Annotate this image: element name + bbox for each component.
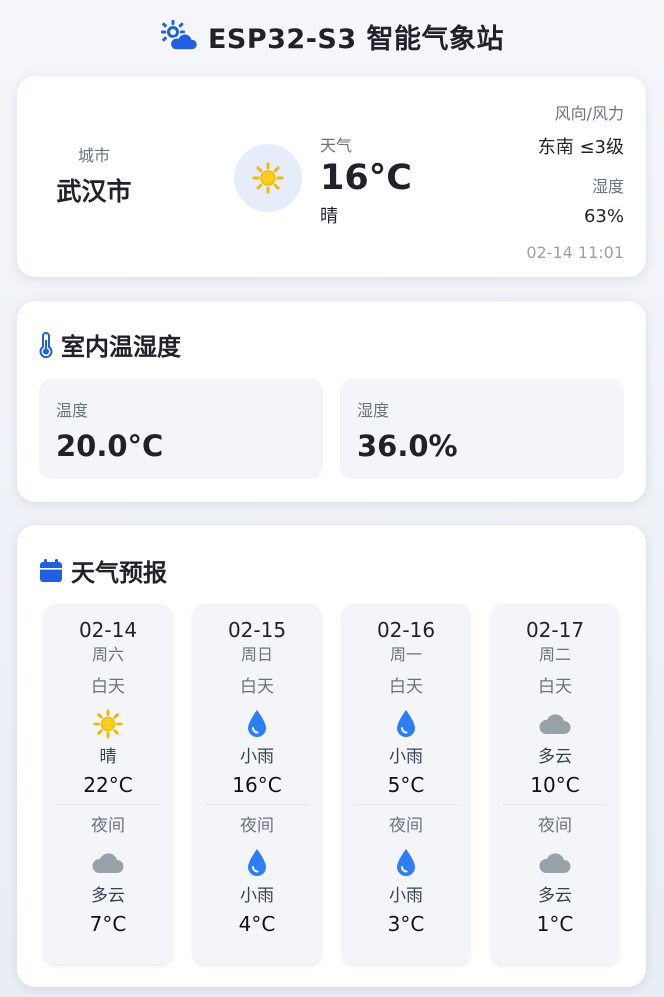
night-icon-slot bbox=[491, 843, 619, 883]
indoor-humidity-value: 36.0% bbox=[357, 429, 458, 463]
night-period-label: 夜间 bbox=[240, 816, 274, 836]
indoor-section-title: 室内温湿度 bbox=[39, 327, 181, 362]
night-temperature: 7°C bbox=[89, 912, 127, 936]
raindrop-icon bbox=[248, 849, 266, 876]
sun-icon bbox=[252, 162, 284, 194]
day-icon-slot bbox=[44, 704, 172, 744]
cloud-icon bbox=[539, 853, 571, 873]
day-condition: 小雨 bbox=[240, 747, 274, 767]
forecast-day-card: 02-15 周日 白天 小雨 16°C 夜间 小雨 4°C bbox=[193, 604, 321, 964]
indoor-temperature-box: 温度 20.0°C bbox=[39, 379, 323, 479]
forecast-weekday: 周日 bbox=[240, 645, 273, 664]
indoor-humidity-box: 湿度 36.0% bbox=[340, 379, 624, 479]
day-temperature: 5°C bbox=[387, 773, 425, 797]
forecast-day-card: 02-16 周一 白天 小雨 5°C 夜间 小雨 3°C bbox=[342, 604, 470, 964]
current-weather-text: 晴 bbox=[320, 206, 338, 227]
divider bbox=[503, 804, 607, 805]
forecast-weekday: 周六 bbox=[91, 645, 124, 664]
divider bbox=[354, 804, 458, 805]
day-condition: 晴 bbox=[99, 747, 117, 767]
day-condition: 多云 bbox=[538, 747, 572, 767]
day-icon-slot bbox=[342, 704, 470, 744]
forecast-weekday: 周二 bbox=[538, 645, 571, 664]
forecast-date: 02-16 bbox=[376, 618, 436, 642]
indoor-temperature-value: 20.0°C bbox=[56, 429, 164, 463]
night-period-label: 夜间 bbox=[389, 816, 423, 836]
indoor-card: 室内温湿度 温度 20.0°C 湿度 36.0% bbox=[17, 301, 646, 502]
weather-label: 天气 bbox=[320, 136, 353, 155]
night-temperature: 3°C bbox=[387, 912, 425, 936]
thermometer-icon bbox=[39, 331, 53, 358]
current-temperature: 16°C bbox=[320, 158, 412, 198]
night-icon-slot bbox=[342, 843, 470, 883]
night-icon-slot bbox=[44, 843, 172, 883]
indoor-title-text: 室内温湿度 bbox=[61, 333, 181, 361]
night-condition: 小雨 bbox=[389, 886, 423, 906]
forecast-day-card: 02-17 周二 白天 多云 10°C 夜间 多云 1°C bbox=[491, 604, 619, 964]
forecast-date: 02-17 bbox=[525, 618, 585, 642]
humidity-label: 湿度 bbox=[591, 177, 624, 196]
city-label: 城市 bbox=[77, 146, 110, 165]
current-weather-icon-badge bbox=[234, 144, 302, 212]
wind-label: 风向/风力 bbox=[554, 104, 624, 123]
city-block: 城市 武汉市 bbox=[39, 142, 149, 208]
divider bbox=[56, 804, 160, 805]
divider bbox=[205, 804, 309, 805]
app-header: ESP32-S3 智能气象站 bbox=[0, 14, 664, 58]
update-timestamp: 02-14 11:01 bbox=[526, 243, 624, 262]
sun-icon bbox=[93, 709, 123, 739]
indoor-temperature-label: 温度 bbox=[56, 401, 89, 420]
calendar-icon bbox=[40, 558, 62, 582]
forecast-title-text: 天气预报 bbox=[71, 559, 167, 587]
day-condition: 小雨 bbox=[389, 747, 423, 767]
wind-humidity-block: 风向/风力 东南 ≤3级 湿度 63% 02-14 11:01 bbox=[526, 100, 624, 262]
day-period-label: 白天 bbox=[91, 677, 125, 697]
indoor-humidity-label: 湿度 bbox=[357, 401, 390, 420]
night-period-label: 夜间 bbox=[91, 816, 125, 836]
night-condition: 小雨 bbox=[240, 886, 274, 906]
night-temperature: 4°C bbox=[238, 912, 276, 936]
day-icon-slot bbox=[491, 704, 619, 744]
day-temperature: 16°C bbox=[232, 773, 282, 797]
day-icon-slot bbox=[193, 704, 321, 744]
forecast-date: 02-14 bbox=[78, 618, 138, 642]
day-temperature: 22°C bbox=[83, 773, 133, 797]
night-condition: 多云 bbox=[91, 886, 125, 906]
day-period-label: 白天 bbox=[389, 677, 423, 697]
forecast-section-title: 天气预报 bbox=[39, 553, 167, 588]
humidity-value: 63% bbox=[583, 206, 624, 227]
current-weather-card: 城市 武汉市 天气 16°C 晴 风向/风力 东南 ≤3级 湿度 63% 02-… bbox=[17, 76, 646, 277]
forecast-day-card: 02-14 周六 白天 晴 22°C 夜间 多云 7°C bbox=[44, 604, 172, 964]
weather-block: 天气 16°C 晴 bbox=[320, 132, 412, 228]
city-name: 武汉市 bbox=[56, 177, 132, 206]
forecast-weekday: 周一 bbox=[389, 645, 422, 664]
day-temperature: 10°C bbox=[530, 773, 580, 797]
raindrop-icon bbox=[397, 710, 415, 737]
forecast-date: 02-15 bbox=[227, 618, 287, 642]
wind-value: 东南 ≤3级 bbox=[537, 137, 624, 158]
raindrop-icon bbox=[248, 710, 266, 737]
night-period-label: 夜间 bbox=[538, 816, 572, 836]
page-title: ESP32-S3 智能气象站 bbox=[207, 23, 505, 55]
sun-cloud-icon bbox=[160, 20, 198, 51]
day-period-label: 白天 bbox=[538, 677, 572, 697]
night-condition: 多云 bbox=[538, 886, 572, 906]
cloud-icon bbox=[539, 714, 571, 734]
raindrop-icon bbox=[397, 849, 415, 876]
night-temperature: 1°C bbox=[536, 912, 574, 936]
night-icon-slot bbox=[193, 843, 321, 883]
forecast-card: 天气预报 02-14 周六 白天 晴 22°C 夜间 多云 7°C 02-15 … bbox=[17, 525, 646, 987]
cloud-icon bbox=[92, 853, 124, 873]
day-period-label: 白天 bbox=[240, 677, 274, 697]
